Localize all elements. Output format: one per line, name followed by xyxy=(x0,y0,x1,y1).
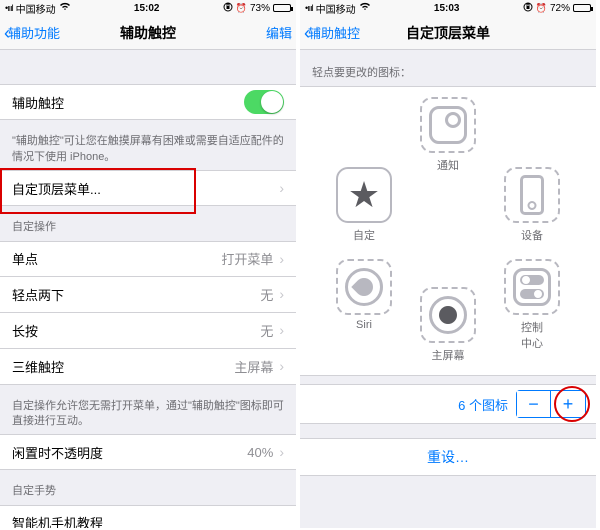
assistivetouch-toggle-row[interactable]: 辅助触控 xyxy=(0,84,296,120)
toggle-label: 辅助触控 xyxy=(12,93,64,112)
action-long-press-row[interactable]: 长按 无 › xyxy=(0,313,296,349)
toggle-footer: "辅助触控"可让您在触摸屏幕有困难或需要自适应配件的情况下使用 iPhone。 xyxy=(0,120,296,170)
chevron-right-icon: › xyxy=(279,444,284,460)
actions-footer: 自定操作允许您无需打开菜单，通过"辅助触控"图标即可直接进行互动。 xyxy=(0,385,296,435)
battery-pct: 72% xyxy=(550,3,570,14)
battery-icon xyxy=(273,4,291,12)
idle-opacity-row[interactable]: 闲置时不透明度 40% › xyxy=(0,434,296,470)
control-center-icon xyxy=(513,268,551,306)
pod-label: Siri xyxy=(328,319,400,331)
action-label: 三维触控 xyxy=(12,357,64,376)
instruction-label: 轻点要更改的图标： xyxy=(300,50,596,86)
wifi-icon xyxy=(59,2,71,14)
signal-icon xyxy=(305,3,313,14)
battery-icon xyxy=(573,4,591,12)
wifi-icon xyxy=(359,2,371,14)
action-label: 单点 xyxy=(12,249,38,268)
carrier-label: 中国移动 xyxy=(316,1,356,16)
status-bar: 中国移动 15:03 72% xyxy=(300,0,596,16)
action-label: 长按 xyxy=(12,321,38,340)
nav-bar: ‹ 辅助功能 辅助触控 编辑 xyxy=(0,16,296,50)
custom-actions-header: 自定操作 xyxy=(0,206,296,240)
edit-button[interactable]: 编辑 xyxy=(266,23,292,42)
back-button[interactable]: ‹ 辅助功能 xyxy=(4,23,60,42)
chevron-right-icon: › xyxy=(279,180,284,196)
pod-custom[interactable]: ★ 自定 xyxy=(328,167,400,243)
customize-label: 自定顶层菜单... xyxy=(12,179,101,198)
signal-icon xyxy=(5,3,13,14)
opacity-label: 闲置时不透明度 xyxy=(12,443,103,462)
action-value: 主屏幕 xyxy=(234,357,273,376)
back-label: 辅助功能 xyxy=(8,23,60,42)
action-label: 轻点两下 xyxy=(12,285,64,304)
chevron-right-icon: › xyxy=(279,322,284,338)
pod-home[interactable]: 主屏幕 xyxy=(412,287,484,363)
pod-notifications[interactable]: 通知 xyxy=(412,97,484,173)
stepper-plus-button[interactable]: + xyxy=(551,391,585,417)
gestures-label: 智能机手机教程 xyxy=(12,513,103,528)
gestures-header: 自定手势 xyxy=(0,470,296,504)
alarm-icon xyxy=(536,3,547,14)
orientation-lock-icon xyxy=(523,2,533,15)
icon-count-stepper: − + xyxy=(516,390,586,418)
orientation-lock-icon xyxy=(223,2,233,15)
reset-button[interactable]: 重设… xyxy=(300,438,596,476)
action-3d-touch-row[interactable]: 三维触控 主屏幕 › xyxy=(0,349,296,385)
siri-icon xyxy=(345,268,383,306)
device-icon xyxy=(520,175,544,215)
icon-count-row: 6 个图标 − + xyxy=(300,384,596,424)
phone-left: 中国移动 15:02 73% ‹ 辅助功能 辅助触控 编辑 xyxy=(0,0,296,528)
phone-right: 中国移动 15:03 72% ‹ 辅助触控 自定顶层菜单 xyxy=(300,0,596,528)
pod-label: 自定 xyxy=(328,227,400,243)
pod-siri[interactable]: Siri xyxy=(328,259,400,331)
opacity-value: 40% xyxy=(247,445,273,460)
star-icon: ★ xyxy=(348,177,380,213)
status-bar: 中国移动 15:02 73% xyxy=(0,0,296,16)
battery-pct: 73% xyxy=(250,3,270,14)
pod-control-center[interactable]: 控制 中心 xyxy=(496,259,568,351)
pod-label: 通知 xyxy=(412,157,484,173)
back-button[interactable]: ‹ 辅助触控 xyxy=(304,23,360,42)
gestures-row[interactable]: 智能机手机教程 xyxy=(0,505,296,528)
pod-device[interactable]: 设备 xyxy=(496,167,568,243)
action-value: 无 xyxy=(260,285,273,304)
pod-label: 设备 xyxy=(496,227,568,243)
clock: 15:03 xyxy=(434,3,460,14)
notifications-icon xyxy=(429,106,467,144)
customize-top-level-row[interactable]: 自定顶层菜单... › xyxy=(0,170,296,206)
action-single-tap-row[interactable]: 单点 打开菜单 › xyxy=(0,241,296,277)
chevron-right-icon: › xyxy=(279,358,284,374)
nav-bar: ‹ 辅助触控 自定顶层菜单 xyxy=(300,16,596,50)
chevron-right-icon: › xyxy=(279,251,284,267)
reset-label: 重设… xyxy=(427,447,469,467)
back-label: 辅助触控 xyxy=(308,23,360,42)
chevron-right-icon: › xyxy=(279,286,284,302)
carrier-label: 中国移动 xyxy=(16,1,56,16)
pod-label: 主屏幕 xyxy=(412,347,484,363)
action-value: 打开菜单 xyxy=(221,249,273,268)
clock: 15:02 xyxy=(134,3,160,14)
stepper-minus-button[interactable]: − xyxy=(517,391,551,417)
alarm-icon xyxy=(236,3,247,14)
toggle-switch[interactable] xyxy=(244,90,284,114)
home-icon xyxy=(429,296,467,334)
action-double-tap-row[interactable]: 轻点两下 无 › xyxy=(0,277,296,313)
action-value: 无 xyxy=(260,321,273,340)
icon-grid: 通知 ★ 自定 设备 Siri 主屏幕 控制 中心 xyxy=(300,86,596,376)
pod-label: 控制 中心 xyxy=(496,319,568,351)
icon-count-label: 6 个图标 xyxy=(458,395,508,414)
